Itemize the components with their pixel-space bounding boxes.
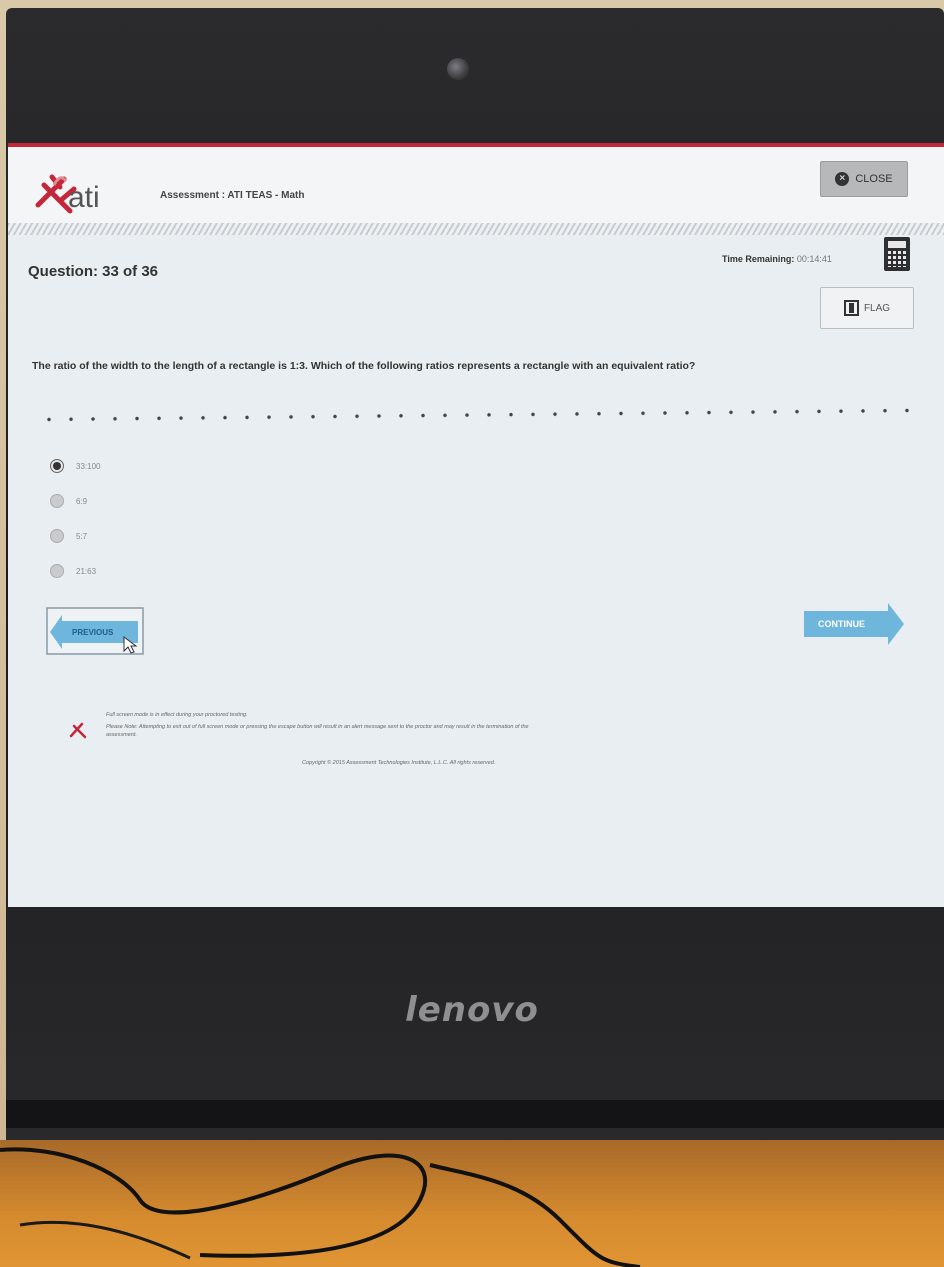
power-cable bbox=[0, 1147, 641, 1267]
